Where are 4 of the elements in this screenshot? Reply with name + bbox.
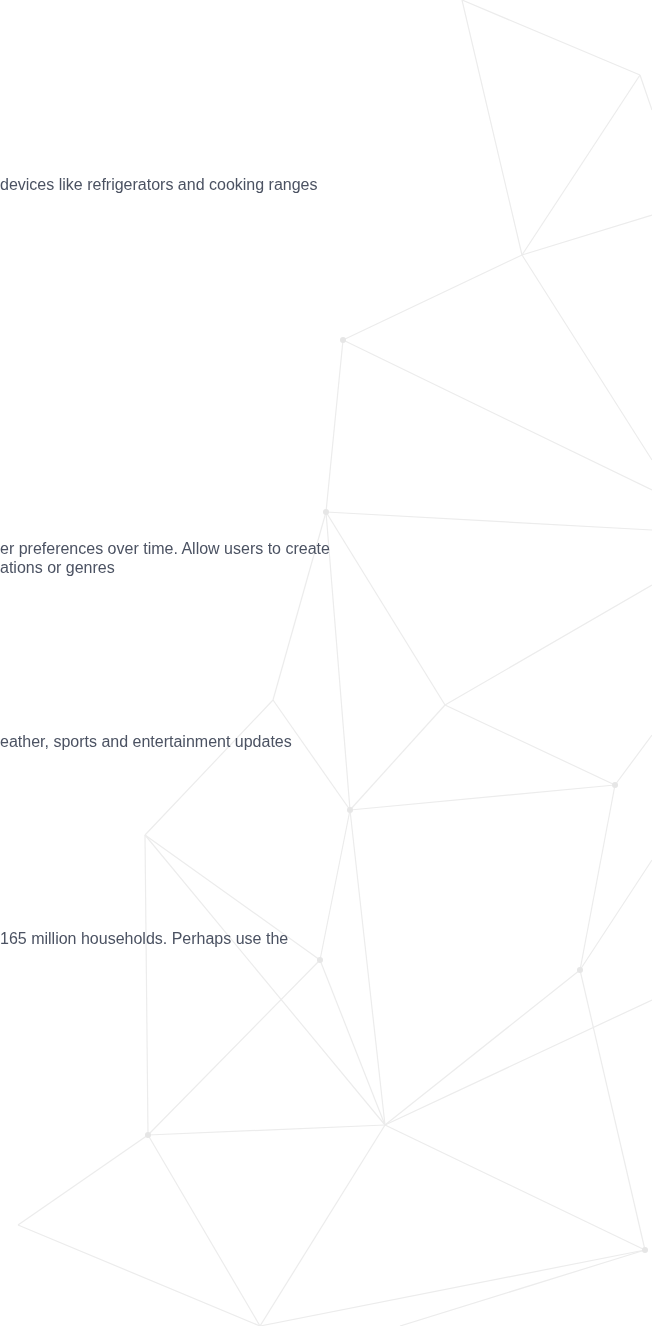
paragraph-text: 165 million households. Perhaps use the — [0, 929, 289, 948]
paragraph-text: er preferences over time. Allow users to create ations or genres — [0, 539, 330, 577]
paragraph-text: devices like refrigerators and cooking ranges — [0, 175, 318, 194]
paragraph-text: eather, sports and entertainment updates — [0, 732, 292, 751]
